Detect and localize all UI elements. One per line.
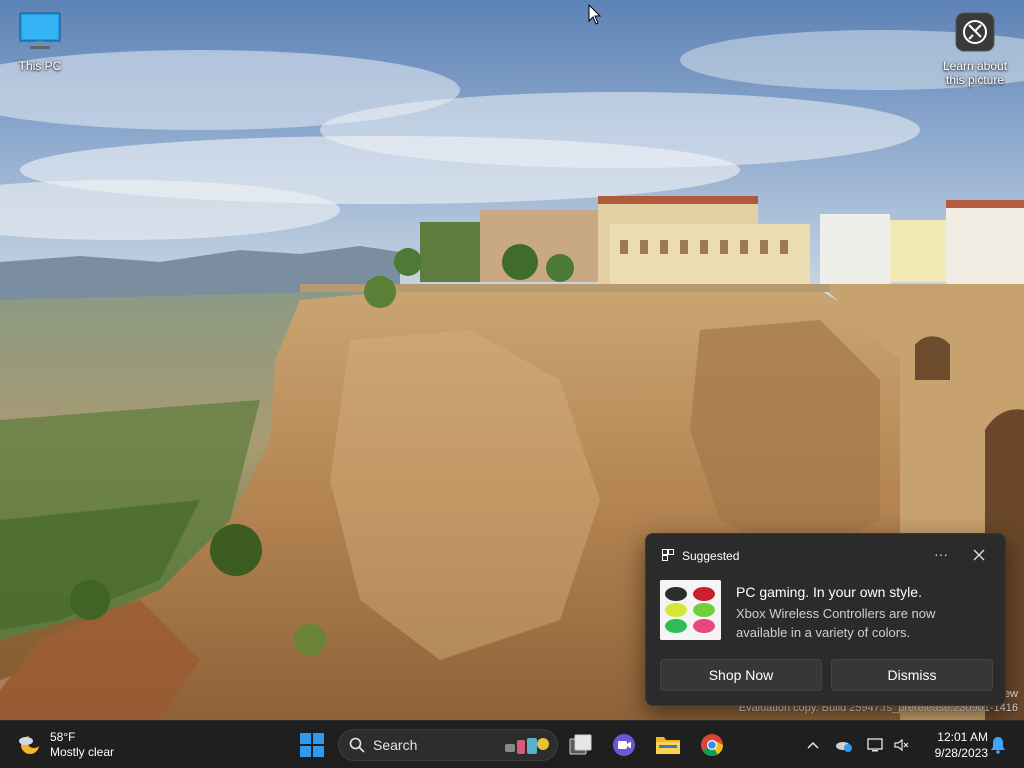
close-notification-button[interactable]: [967, 544, 991, 566]
network-icon: [867, 738, 883, 752]
shop-now-button[interactable]: Shop Now: [660, 659, 822, 691]
toast-title: PC gaming. In your own style.: [736, 584, 922, 600]
weather-condition: Mostly clear: [50, 745, 115, 759]
mouse-cursor-icon: [588, 4, 602, 25]
clock-date: 9/28/2023: [934, 746, 988, 760]
taskbar: 58°F Mostly clear Search 12:01 AM 9/28/2…: [0, 720, 1024, 768]
start-button[interactable]: [292, 727, 332, 763]
desktop-icon-this-pc[interactable]: This PC: [0, 12, 80, 73]
desktop-icon-label: This PC: [18, 59, 62, 73]
clock-time: 12:01 AM: [937, 730, 988, 744]
close-icon: [973, 549, 985, 561]
desktop-icon-label: this picture: [945, 73, 1005, 87]
show-hidden-icons-button[interactable]: [803, 735, 823, 755]
search-icon: [349, 737, 365, 753]
taskbar-search-box[interactable]: Search: [338, 729, 558, 761]
volume-tray-button[interactable]: [892, 735, 912, 755]
windows-logo-icon: [300, 733, 324, 757]
task-view-button[interactable]: [561, 727, 601, 763]
weather-temperature: 58°F: [50, 730, 76, 744]
video-chat-icon: [613, 734, 635, 756]
desktop-icon-learn-about-picture[interactable]: Learn about this picture: [934, 12, 1016, 87]
camera-icon: [934, 12, 1016, 55]
moon-cloud-icon: [19, 734, 41, 754]
network-tray-button[interactable]: [866, 735, 886, 755]
monitor-icon: [0, 12, 80, 55]
task-view-icon: [569, 734, 592, 755]
desktop-icon-label: Learn about: [942, 59, 1008, 73]
xbox-controllers-image: [660, 580, 721, 640]
watermark-fragment: ew: [1003, 688, 1018, 700]
toast-source-label: Suggested: [682, 549, 740, 563]
speaker-muted-icon: [894, 738, 909, 752]
dismiss-button[interactable]: Dismiss: [831, 659, 993, 691]
more-options-button[interactable]: ···: [929, 544, 953, 566]
notifications-button[interactable]: [988, 735, 1008, 755]
chrome-button[interactable]: [692, 727, 732, 763]
chrome-icon: [701, 734, 723, 756]
toast-body: Xbox Wireless Controllers are now availa…: [736, 606, 936, 640]
cloud-sync-icon: [836, 742, 852, 752]
tips-icon: [662, 548, 674, 564]
toast-header: Suggested: [662, 548, 739, 564]
folder-icon: [656, 737, 680, 754]
taskbar-clock[interactable]: 12:01 AM 9/28/2023: [918, 729, 988, 761]
suggested-notification: Suggested ··· PC gaming. In your own sty…: [645, 533, 1006, 706]
bell-icon: [991, 737, 1005, 754]
weather-widget[interactable]: 58°F Mostly clear: [16, 730, 114, 760]
search-placeholder: Search: [373, 737, 418, 753]
onedrive-tray-button[interactable]: [834, 735, 854, 755]
chevron-up-icon: [807, 741, 819, 749]
search-highlight-icon: [505, 738, 549, 754]
file-explorer-button[interactable]: [648, 727, 688, 763]
chat-button[interactable]: [604, 727, 644, 763]
